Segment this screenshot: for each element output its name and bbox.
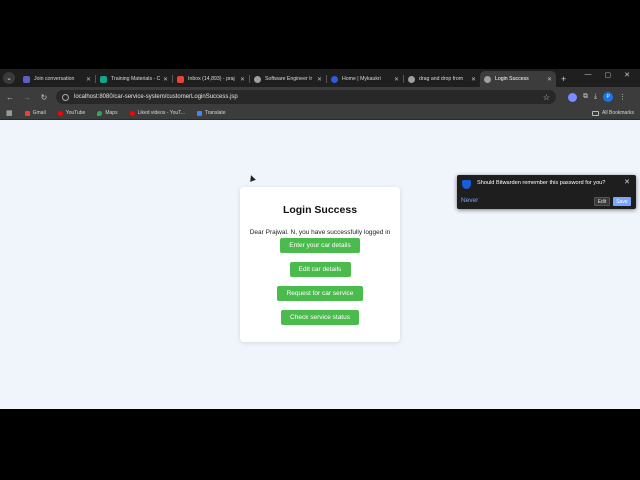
page-title: Login Success <box>282 204 358 216</box>
welcome-message: Dear Prajwal. N, you have successfully l… <box>249 229 391 236</box>
enter-car-details-button[interactable]: Enter your car details <box>280 238 360 253</box>
gmail-icon <box>24 110 30 116</box>
close-window-icon[interactable]: ✕ <box>624 71 630 79</box>
back-icon[interactable]: ← <box>3 90 17 104</box>
check-service-status-button[interactable]: Check service status <box>281 310 359 325</box>
all-bookmarks-label: All Bookmarks <box>602 110 634 116</box>
new-tab-icon[interactable]: + <box>561 74 566 84</box>
tab-title: Training Materials - C <box>111 76 160 82</box>
bitwarden-message: Should Bitwarden remember this password … <box>477 180 606 186</box>
tab-strip: ⌄ Join conversation ✕ Training Materials… <box>0 69 640 87</box>
tab-software-engineer[interactable]: Software Engineer Ir ✕ <box>250 71 326 87</box>
bookmark-star-icon[interactable]: ☆ <box>543 93 550 102</box>
globe-icon <box>484 75 491 83</box>
bookmark-label: YouTube <box>65 110 86 116</box>
tab-training-materials[interactable]: Training Materials - C ✕ <box>96 71 172 87</box>
translate-icon <box>196 110 202 116</box>
request-car-service-button[interactable]: Request for car service <box>277 286 363 301</box>
tab-search-icon[interactable]: ⌄ <box>3 72 15 84</box>
edit-car-details-button[interactable]: Edit car details <box>289 262 351 277</box>
never-link[interactable]: Never <box>461 197 478 204</box>
mykaukri-icon <box>331 75 338 83</box>
close-icon[interactable]: ✕ <box>86 76 91 83</box>
maximize-icon[interactable]: ▢ <box>605 71 612 79</box>
close-icon[interactable]: ✕ <box>317 76 322 83</box>
bookmark-gmail[interactable]: Gmail <box>24 110 46 116</box>
window-controls: — ▢ ✕ <box>585 71 640 79</box>
login-success-card: Login Success Dear Prajwal. N, you have … <box>240 187 400 342</box>
reload-icon[interactable]: ↻ <box>37 90 51 104</box>
tab-drag-and-drop[interactable]: drag and drop from ✕ <box>404 71 480 87</box>
close-icon[interactable]: ✕ <box>394 76 399 83</box>
tab-title: Home | Mykaukri <box>342 76 381 82</box>
browser-toolbar: ← → ↻ localhost:8080/car-service-system/… <box>0 87 640 107</box>
close-icon[interactable]: ✕ <box>624 178 630 186</box>
maps-icon <box>97 110 103 116</box>
download-icon[interactable]: ⤓ <box>594 93 597 101</box>
bookmark-label: Gmail <box>32 110 46 116</box>
tab-title: Software Engineer Ir <box>265 76 313 82</box>
bookmark-maps[interactable]: Maps <box>97 110 118 116</box>
tab-login-success[interactable]: Login Success ✕ <box>480 71 556 87</box>
tab-title: Join conversation <box>34 76 75 82</box>
minimize-icon[interactable]: — <box>585 71 592 79</box>
extension-icon[interactable] <box>568 92 577 102</box>
tab-title: Login Success <box>495 76 529 82</box>
teams-icon <box>23 75 30 83</box>
close-icon[interactable]: ✕ <box>471 76 476 83</box>
bookmark-label: Translate <box>204 110 226 116</box>
apps-grid-icon[interactable]: ▦ <box>6 109 13 117</box>
bookmark-label: Liked videos - YouT... <box>137 110 185 116</box>
menu-kebab-icon[interactable]: ⋮ <box>619 93 626 101</box>
globe-icon <box>254 75 261 83</box>
folder-icon <box>592 110 600 116</box>
site-info-icon[interactable] <box>62 93 69 101</box>
toolbar-actions: ⧉ ⤓ P ⋮ <box>568 92 626 102</box>
tab-inbox[interactable]: Inbox (14,893) - praj ✕ <box>173 71 249 87</box>
all-bookmarks[interactable]: All Bookmarks <box>592 110 634 116</box>
close-icon[interactable]: ✕ <box>547 76 552 83</box>
profile-avatar[interactable]: P <box>603 92 614 102</box>
bookmark-youtube[interactable]: YouTube <box>57 110 86 116</box>
bookmark-translate[interactable]: Translate <box>196 110 226 116</box>
edit-button[interactable]: Edit <box>594 197 610 206</box>
close-icon[interactable]: ✕ <box>163 76 168 83</box>
bitwarden-save-password-popup: Should Bitwarden remember this password … <box>457 175 636 209</box>
save-button[interactable]: Save <box>613 197 631 206</box>
browser-window: ⌄ Join conversation ✕ Training Materials… <box>0 69 640 409</box>
google-icon <box>408 75 415 83</box>
bookmark-label: Maps <box>105 110 118 116</box>
page-content: Login Success Dear Prajwal. N, you have … <box>0 120 640 409</box>
tab-join-conversation[interactable]: Join conversation ✕ <box>19 71 95 87</box>
tab-home-mykaukri[interactable]: Home | Mykaukri ✕ <box>327 71 403 87</box>
gmail-icon <box>177 75 184 83</box>
youtube-icon <box>57 110 63 116</box>
bookmark-liked-videos[interactable]: Liked videos - YouT... <box>129 110 185 116</box>
training-icon <box>100 75 107 83</box>
close-icon[interactable]: ✕ <box>240 76 245 83</box>
mouse-cursor-icon <box>248 174 256 182</box>
youtube-icon <box>129 110 135 116</box>
url-text: localhost:8080/car-service-system/custom… <box>74 94 238 100</box>
tab-title: Inbox (14,893) - praj <box>188 76 235 82</box>
bookmarks-bar: ▦ Gmail YouTube Maps Liked videos - YouT… <box>0 107 640 120</box>
bitwarden-shield-icon <box>462 180 471 189</box>
extensions-puzzle-icon[interactable]: ⧉ <box>583 93 588 101</box>
address-bar[interactable]: localhost:8080/car-service-system/custom… <box>56 90 556 104</box>
screen: ⌄ Join conversation ✕ Training Materials… <box>0 0 640 480</box>
forward-icon[interactable]: → <box>20 90 34 104</box>
tab-title: drag and drop from <box>419 76 464 82</box>
